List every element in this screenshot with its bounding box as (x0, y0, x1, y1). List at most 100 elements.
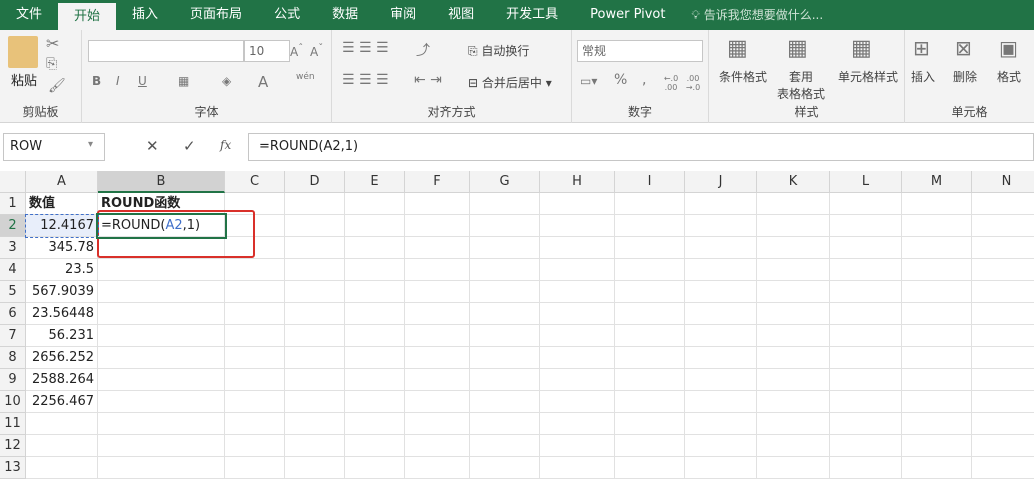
cell-G3[interactable] (470, 237, 540, 259)
cell-E10[interactable] (345, 391, 405, 413)
cell-N8[interactable] (972, 347, 1034, 369)
cell-J11[interactable] (685, 413, 757, 435)
cell-H5[interactable] (540, 281, 615, 303)
cell-I1[interactable] (615, 193, 685, 215)
column-header-G[interactable]: G (470, 171, 540, 193)
bold-button[interactable]: B (92, 74, 101, 88)
cell-F2[interactable] (405, 215, 470, 237)
cell-G5[interactable] (470, 281, 540, 303)
cell-I5[interactable] (615, 281, 685, 303)
accounting-icon[interactable]: ▭▾ (580, 74, 597, 88)
column-header-H[interactable]: H (540, 171, 615, 193)
cell-K8[interactable] (757, 347, 830, 369)
cell-styles-button[interactable]: 单元格样式 (833, 68, 903, 85)
cell-B2[interactable]: =ROUND(A2,1) (96, 213, 227, 239)
cell-L10[interactable] (830, 391, 902, 413)
column-header-I[interactable]: I (615, 171, 685, 193)
column-header-E[interactable]: E (345, 171, 405, 193)
row-header-13[interactable]: 13 (0, 457, 26, 479)
cell-K13[interactable] (757, 457, 830, 479)
conditional-format-button[interactable]: 条件格式 (715, 68, 771, 85)
cell-K11[interactable] (757, 413, 830, 435)
cell-L13[interactable] (830, 457, 902, 479)
cell-M9[interactable] (902, 369, 972, 391)
cell-M13[interactable] (902, 457, 972, 479)
cell-E1[interactable] (345, 193, 405, 215)
cell-C4[interactable] (225, 259, 285, 281)
cell-L11[interactable] (830, 413, 902, 435)
cell-E8[interactable] (345, 347, 405, 369)
column-header-M[interactable]: M (902, 171, 972, 193)
cell-B12[interactable] (98, 435, 225, 457)
row-header-4[interactable]: 4 (0, 259, 26, 281)
font-name-select[interactable] (88, 40, 244, 62)
cell-H1[interactable] (540, 193, 615, 215)
format-painter-icon[interactable]: 🖌 (48, 78, 66, 94)
cell-styles-icon[interactable]: ▦ (851, 36, 872, 61)
cell-F10[interactable] (405, 391, 470, 413)
cell-L2[interactable] (830, 215, 902, 237)
cell-N7[interactable] (972, 325, 1034, 347)
cell-E13[interactable] (345, 457, 405, 479)
cell-G8[interactable] (470, 347, 540, 369)
cell-F1[interactable] (405, 193, 470, 215)
cell-J9[interactable] (685, 369, 757, 391)
cell-M6[interactable] (902, 303, 972, 325)
cell-D11[interactable] (285, 413, 345, 435)
cell-E12[interactable] (345, 435, 405, 457)
row-header-9[interactable]: 9 (0, 369, 26, 391)
cell-H2[interactable] (540, 215, 615, 237)
tab-1[interactable]: 开始 (58, 3, 117, 30)
cell-K2[interactable] (757, 215, 830, 237)
row-header-3[interactable]: 3 (0, 237, 26, 259)
cell-C5[interactable] (225, 281, 285, 303)
row-header-5[interactable]: 5 (0, 281, 26, 303)
cell-N5[interactable] (972, 281, 1034, 303)
cell-D6[interactable] (285, 303, 345, 325)
column-header-J[interactable]: J (685, 171, 757, 193)
cell-I2[interactable] (615, 215, 685, 237)
italic-button[interactable]: I (116, 74, 120, 88)
decrease-decimal-button[interactable]: .00 →.0 (682, 74, 704, 92)
row-header-12[interactable]: 12 (0, 435, 26, 457)
cell-J1[interactable] (685, 193, 757, 215)
cell-A13[interactable] (26, 457, 98, 479)
cell-B5[interactable] (98, 281, 225, 303)
cell-A7[interactable]: 56.231 (26, 325, 98, 347)
tab-0[interactable]: 文件 (0, 0, 58, 30)
cell-J8[interactable] (685, 347, 757, 369)
cell-G6[interactable] (470, 303, 540, 325)
cell-J10[interactable] (685, 391, 757, 413)
cell-G2[interactable] (470, 215, 540, 237)
fill-color-icon[interactable]: ◈ (222, 74, 231, 88)
cell-D13[interactable] (285, 457, 345, 479)
cell-A3[interactable]: 345.78 (26, 237, 98, 259)
cell-L4[interactable] (830, 259, 902, 281)
tab-8[interactable]: 开发工具 (490, 0, 574, 30)
cell-C13[interactable] (225, 457, 285, 479)
cut-icon[interactable]: ✂ (46, 34, 59, 53)
wrap-text-button[interactable]: ⎘ 自动换行 (468, 42, 529, 59)
cell-A11[interactable] (26, 413, 98, 435)
cell-A12[interactable] (26, 435, 98, 457)
column-header-N[interactable]: N (972, 171, 1034, 193)
cell-L3[interactable] (830, 237, 902, 259)
cell-G11[interactable] (470, 413, 540, 435)
cell-E6[interactable] (345, 303, 405, 325)
cell-N4[interactable] (972, 259, 1034, 281)
row-header-7[interactable]: 7 (0, 325, 26, 347)
cell-F12[interactable] (405, 435, 470, 457)
cell-C7[interactable] (225, 325, 285, 347)
enter-icon[interactable]: ✓ (183, 137, 196, 155)
cell-F4[interactable] (405, 259, 470, 281)
cell-J6[interactable] (685, 303, 757, 325)
cell-N10[interactable] (972, 391, 1034, 413)
row-header-1[interactable]: 1 (0, 193, 26, 215)
cell-A1[interactable]: 数值 (26, 193, 98, 215)
merge-center-button[interactable]: ⊟ 合并后居中 ▾ (468, 74, 552, 91)
cell-C8[interactable] (225, 347, 285, 369)
cell-D8[interactable] (285, 347, 345, 369)
cell-N9[interactable] (972, 369, 1034, 391)
cell-B6[interactable] (98, 303, 225, 325)
tab-7[interactable]: 视图 (432, 0, 490, 30)
